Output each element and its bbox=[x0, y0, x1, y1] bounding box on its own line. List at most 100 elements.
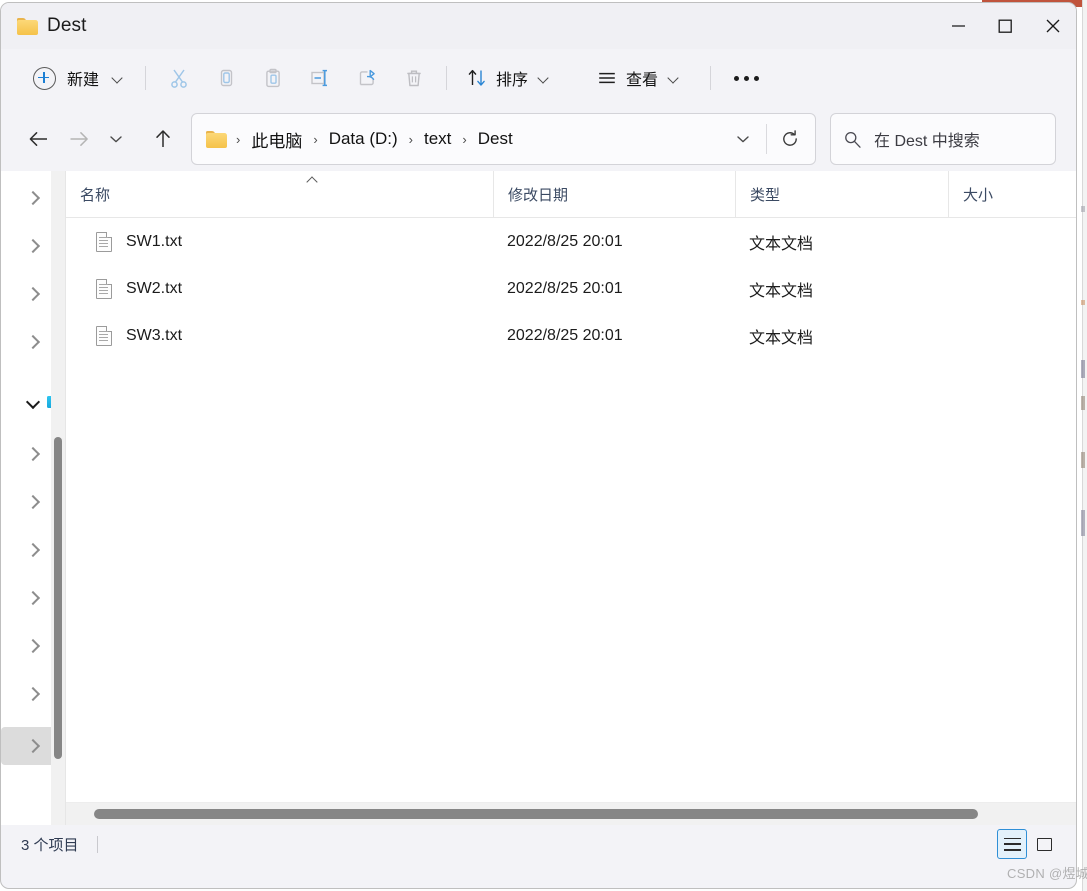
chevron-right-icon[interactable] bbox=[28, 288, 40, 300]
view-button[interactable]: 查看 bbox=[586, 61, 692, 95]
main-area: 名称 修改日期 类型 大小 SW1.txt 2022/8/25 20:01 文本… bbox=[1, 171, 1076, 825]
chevron-right-icon[interactable] bbox=[28, 336, 40, 348]
chevron-right-icon[interactable] bbox=[28, 448, 40, 460]
breadcrumb-item-this-pc[interactable]: 此电脑 bbox=[247, 124, 306, 155]
explorer-tab[interactable]: Dest bbox=[1, 3, 86, 49]
background-window-content-sliver bbox=[1081, 300, 1085, 305]
recent-locations-button[interactable] bbox=[99, 120, 133, 158]
file-explorer-window: Dest 新建 排序 查看 › 此电脑 › Data (D:) › text ›… bbox=[0, 2, 1077, 889]
nav-pane-scrollbar-thumb[interactable] bbox=[54, 437, 62, 759]
toolbar-divider bbox=[145, 66, 147, 90]
breadcrumb-item-dest[interactable]: Dest bbox=[474, 126, 517, 152]
text-file-icon bbox=[96, 325, 112, 346]
file-type-cell: 文本文档 bbox=[735, 230, 948, 254]
refresh-icon bbox=[783, 130, 797, 146]
back-button[interactable] bbox=[19, 120, 59, 158]
large-icons-view-button[interactable] bbox=[1029, 829, 1059, 859]
background-window-content-sliver bbox=[1081, 452, 1085, 468]
file-date: 2022/8/25 20:01 bbox=[507, 326, 623, 344]
file-name: SW3.txt bbox=[126, 326, 183, 344]
column-header-name-label: 名称 bbox=[80, 186, 111, 204]
column-header-size-label: 大小 bbox=[963, 186, 994, 204]
file-type-cell: 文本文档 bbox=[735, 324, 948, 348]
forward-button[interactable] bbox=[59, 120, 99, 158]
address-bar-row: › 此电脑 › Data (D:) › text › Dest 在 Dest 中… bbox=[1, 107, 1076, 171]
title-bar: Dest bbox=[1, 3, 1076, 49]
view-toggle-group bbox=[997, 829, 1059, 859]
ellipsis-icon bbox=[733, 75, 759, 81]
new-button[interactable]: 新建 bbox=[25, 61, 136, 95]
chevron-right-icon[interactable] bbox=[28, 496, 40, 508]
chevron-down-icon bbox=[110, 136, 122, 143]
delete-button[interactable] bbox=[390, 58, 437, 98]
background-window-content-sliver bbox=[1081, 360, 1085, 378]
refresh-button[interactable] bbox=[769, 119, 811, 159]
address-bar[interactable]: › 此电脑 › Data (D:) › text › Dest bbox=[191, 113, 816, 165]
sort-button[interactable]: 排序 bbox=[456, 61, 562, 95]
background-window-right-edge bbox=[1082, 0, 1087, 891]
file-list-horizontal-scrollbar-thumb[interactable] bbox=[94, 809, 978, 819]
column-header-date-modified[interactable]: 修改日期 bbox=[493, 171, 735, 217]
column-header-type-label: 类型 bbox=[750, 186, 781, 204]
maximize-button[interactable] bbox=[982, 3, 1029, 49]
file-name: SW1.txt bbox=[126, 232, 183, 250]
file-name-cell: SW2.txt bbox=[66, 278, 493, 299]
address-dropdown-button[interactable] bbox=[722, 119, 764, 159]
up-button[interactable] bbox=[143, 120, 183, 158]
arrow-up-icon bbox=[156, 130, 170, 147]
arrow-right-icon bbox=[70, 132, 88, 146]
breadcrumb-separator: › bbox=[313, 131, 318, 147]
chevron-right-icon[interactable] bbox=[28, 640, 40, 652]
chevron-down-icon bbox=[737, 136, 749, 143]
nav-pane-scrollbar[interactable] bbox=[51, 171, 65, 825]
chevron-right-icon[interactable] bbox=[28, 740, 40, 752]
large-icons-view-icon bbox=[1036, 837, 1052, 851]
column-header-type[interactable]: 类型 bbox=[735, 171, 948, 217]
more-options-button[interactable] bbox=[720, 58, 772, 98]
file-date-cell: 2022/8/25 20:01 bbox=[493, 233, 735, 251]
column-header-name[interactable]: 名称 bbox=[66, 171, 493, 217]
cut-button[interactable] bbox=[155, 58, 202, 98]
text-file-icon bbox=[96, 231, 112, 252]
view-button-label: 查看 bbox=[626, 72, 659, 89]
chevron-right-icon[interactable] bbox=[28, 240, 40, 252]
search-input[interactable]: 在 Dest 中搜索 bbox=[874, 127, 980, 151]
breadcrumb-item-text[interactable]: text bbox=[420, 126, 455, 152]
table-row[interactable]: SW1.txt 2022/8/25 20:01 文本文档 bbox=[66, 218, 1076, 265]
share-button[interactable] bbox=[343, 58, 390, 98]
paste-button[interactable] bbox=[249, 58, 296, 98]
file-type: 文本文档 bbox=[749, 329, 814, 347]
copy-button[interactable] bbox=[202, 58, 249, 98]
window-controls bbox=[935, 3, 1076, 49]
table-row[interactable]: SW2.txt 2022/8/25 20:01 文本文档 bbox=[66, 265, 1076, 312]
chevron-right-icon[interactable] bbox=[28, 592, 40, 604]
chevron-right-icon[interactable] bbox=[28, 192, 40, 204]
navigation-pane[interactable] bbox=[1, 171, 65, 825]
column-header-date-label: 修改日期 bbox=[508, 186, 569, 204]
close-button[interactable] bbox=[1029, 3, 1076, 49]
list-lines-icon bbox=[599, 72, 615, 84]
item-count: 3 个项目 bbox=[21, 837, 79, 854]
table-row[interactable]: SW3.txt 2022/8/25 20:01 文本文档 bbox=[66, 312, 1076, 359]
toolbar-divider bbox=[710, 66, 712, 90]
file-date-cell: 2022/8/25 20:01 bbox=[493, 327, 735, 345]
chevron-right-icon[interactable] bbox=[28, 688, 40, 700]
background-window-content-sliver bbox=[1081, 510, 1085, 536]
details-view-button[interactable] bbox=[997, 829, 1027, 859]
file-name: SW2.txt bbox=[126, 279, 183, 297]
search-box[interactable]: 在 Dest 中搜索 bbox=[830, 113, 1056, 165]
toolbar-divider bbox=[446, 66, 448, 90]
minimize-button[interactable] bbox=[935, 3, 982, 49]
background-window-content-sliver bbox=[1081, 206, 1085, 212]
address-bar-divider bbox=[766, 124, 767, 154]
rename-button[interactable] bbox=[296, 58, 343, 98]
chevron-down-icon[interactable] bbox=[28, 398, 40, 410]
command-bar: 新建 排序 查看 bbox=[1, 49, 1076, 107]
sort-ascending-icon bbox=[307, 175, 318, 182]
breadcrumb-item-data-d[interactable]: Data (D:) bbox=[325, 126, 402, 152]
file-list-horizontal-scrollbar[interactable] bbox=[66, 802, 1076, 825]
file-name-cell: SW1.txt bbox=[66, 231, 493, 252]
chevron-right-icon[interactable] bbox=[28, 544, 40, 556]
plus-circle-icon bbox=[33, 66, 56, 90]
column-header-size[interactable]: 大小 bbox=[948, 171, 1068, 217]
